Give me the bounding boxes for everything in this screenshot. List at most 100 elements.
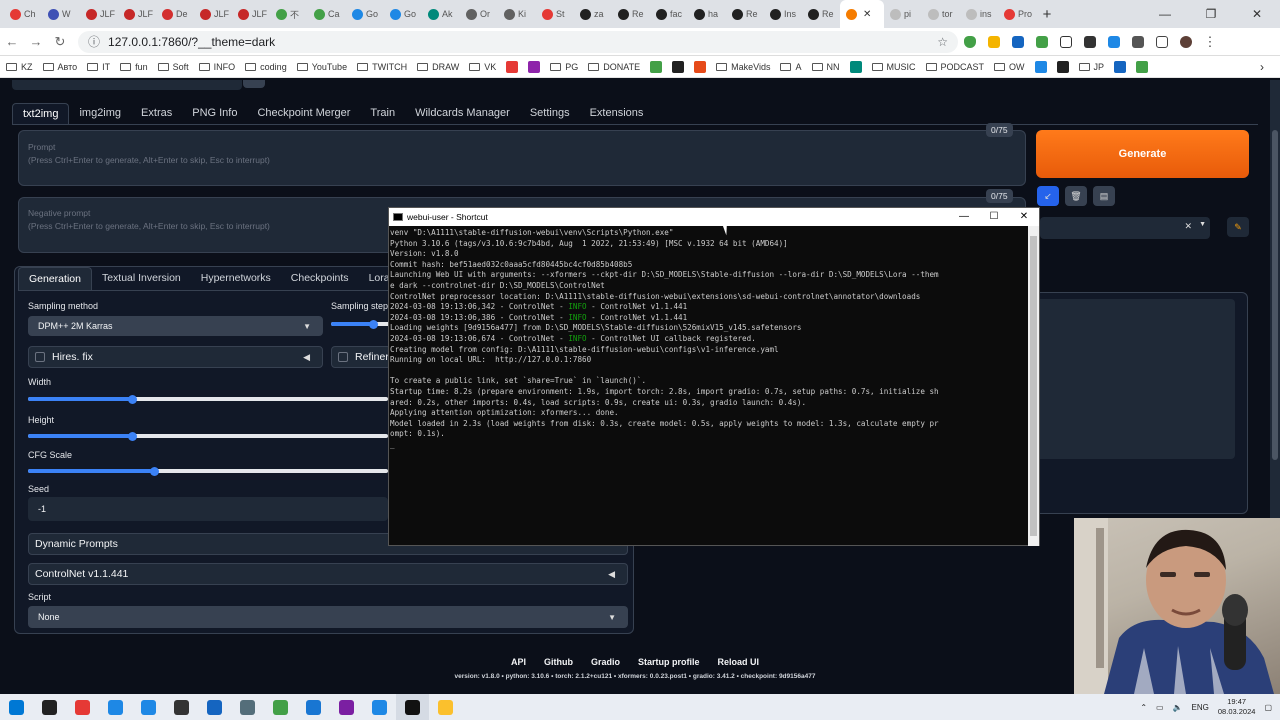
bookmark-item[interactable]: A	[780, 62, 802, 72]
tab-img2img[interactable]: img2img	[69, 103, 131, 124]
width-slider[interactable]	[28, 394, 388, 404]
clear-icon[interactable]: ✕	[1184, 221, 1192, 232]
subtab-generation[interactable]: Generation	[18, 267, 92, 290]
app-icon[interactable]	[198, 694, 231, 720]
extension-shield-icon[interactable]	[958, 28, 982, 56]
language-indicator[interactable]: ENG	[1192, 703, 1209, 712]
bookmark-item[interactable]: NN	[811, 62, 840, 72]
console-scrollbar[interactable]	[1028, 226, 1039, 546]
bookmark-item[interactable]: Авто	[42, 62, 77, 72]
menu-kebab-icon[interactable]: ⋮	[1198, 28, 1222, 56]
maximize-icon[interactable]: ☐	[979, 208, 1009, 226]
chrome-icon[interactable]	[66, 694, 99, 720]
browser-tab[interactable]: JLF	[118, 0, 156, 28]
extension-icon[interactable]	[1078, 28, 1102, 56]
bookmark-item[interactable]	[1114, 60, 1127, 73]
bookmark-item[interactable]: Soft	[157, 62, 189, 72]
bookmark-item[interactable]: KZ	[6, 62, 33, 72]
extension-icon[interactable]	[1006, 28, 1030, 56]
styles-dropdown[interactable]: ✕ ▼	[1040, 217, 1210, 239]
browser-tab[interactable]: Go	[346, 0, 384, 28]
profile-avatar-icon[interactable]	[1174, 28, 1198, 56]
browser-tab[interactable]: ✕	[840, 0, 884, 28]
notifications-icon[interactable]: ▢	[1264, 703, 1272, 712]
top-partial-button[interactable]	[243, 80, 265, 88]
browser-tab[interactable]: Or	[460, 0, 498, 28]
browser-tab[interactable]: JLF	[232, 0, 270, 28]
close-icon[interactable]: ✕	[1234, 0, 1280, 28]
maximize-icon[interactable]: ❐	[1188, 0, 1234, 28]
subtab-hypernetworks[interactable]: Hypernetworks	[191, 267, 281, 290]
extension-icon[interactable]	[1102, 28, 1126, 56]
browser-tab[interactable]: 不	[270, 0, 308, 28]
browser-tab[interactable]: Ins	[764, 0, 802, 28]
extension-icon[interactable]	[982, 28, 1006, 56]
url-field[interactable]: ⓘ 127.0.0.1:7860/?__theme=dark ☆	[78, 30, 958, 53]
extension-icon[interactable]	[1054, 28, 1078, 56]
network-icon[interactable]: ▭	[1156, 703, 1164, 712]
subtab-textual-inversion[interactable]: Textual Inversion	[92, 267, 191, 290]
browser-tab[interactable]: De	[156, 0, 194, 28]
refiner-checkbox[interactable]	[338, 352, 348, 362]
browser-tab[interactable]: tor	[922, 0, 960, 28]
bookmark-item[interactable]	[1056, 60, 1069, 73]
browser-tab[interactable]: Ca	[308, 0, 346, 28]
browser-tab[interactable]: Re	[802, 0, 840, 28]
subtab-checkpoints[interactable]: Checkpoints	[281, 267, 359, 290]
minimize-icon[interactable]: —	[949, 208, 979, 226]
obs-icon[interactable]	[165, 694, 198, 720]
volume-icon[interactable]: 🔈	[1173, 703, 1183, 712]
page-scroll-thumb[interactable]	[1272, 130, 1278, 460]
browser-tab[interactable]: za	[574, 0, 612, 28]
sidebar-icon[interactable]	[1150, 28, 1174, 56]
forward-icon[interactable]: →	[24, 34, 48, 49]
app-icon[interactable]	[231, 694, 264, 720]
bookmark-item[interactable]: coding	[245, 62, 287, 72]
close-icon[interactable]: ✕	[1009, 208, 1039, 226]
bookmark-item[interactable]: IT	[87, 62, 110, 72]
bookmark-item[interactable]: DRAW	[417, 62, 459, 72]
bookmark-star-icon[interactable]: ☆	[937, 35, 948, 49]
app-icon[interactable]	[297, 694, 330, 720]
browser-tab[interactable]: JLF	[194, 0, 232, 28]
browser-tab[interactable]: pi	[884, 0, 922, 28]
start-icon[interactable]	[0, 694, 33, 720]
folder-icon[interactable]	[429, 694, 462, 720]
reload-icon[interactable]: ↻	[48, 34, 72, 50]
browser-tab[interactable]: Ak	[422, 0, 460, 28]
bookmark-item[interactable]: YouTube	[296, 62, 347, 72]
bookmarks-more-icon[interactable]: ›	[1260, 60, 1264, 74]
new-tab-button[interactable]: +	[1036, 6, 1058, 23]
back-icon[interactable]: ←	[0, 34, 24, 49]
browser-tab[interactable]: Ki	[498, 0, 536, 28]
clock[interactable]: 19:47 08.03.2024	[1218, 697, 1256, 717]
prompt-textbox[interactable]: Prompt (Press Ctrl+Enter to generate, Al…	[18, 130, 1026, 186]
browser-tab[interactable]: fac	[650, 0, 688, 28]
console-titlebar[interactable]: webui-user - Shortcut	[389, 208, 1039, 226]
generate-button[interactable]: Generate	[1036, 130, 1249, 178]
browser-tab[interactable]: ha	[688, 0, 726, 28]
seed-input[interactable]: -1	[28, 497, 388, 521]
calculator-icon[interactable]	[132, 694, 165, 720]
tab-extensions[interactable]: Extensions	[580, 103, 654, 124]
refiner-accordion[interactable]: Refiner	[331, 346, 391, 368]
browser-tab[interactable]: ins	[960, 0, 998, 28]
app-icon[interactable]	[99, 694, 132, 720]
puzzle-icon[interactable]	[1126, 28, 1150, 56]
console-scroll-thumb[interactable]	[1030, 236, 1037, 536]
tab-train[interactable]: Train	[360, 103, 405, 124]
clipboard-icon[interactable]: ▤	[1093, 186, 1115, 206]
bookmark-item[interactable]: MUSIC	[871, 62, 916, 72]
hires-fix-accordion[interactable]: Hires. fix ◀	[28, 346, 323, 368]
bookmark-item[interactable]	[672, 60, 685, 73]
cfg-scale-thumb[interactable]	[149, 466, 159, 476]
bookmark-item[interactable]	[506, 60, 519, 73]
sampling-steps-thumb[interactable]	[368, 319, 378, 329]
search-icon[interactable]	[33, 694, 66, 720]
tab-txt2img[interactable]: txt2img	[12, 103, 70, 124]
close-tab-icon[interactable]: ✕	[863, 9, 871, 20]
bookmark-item[interactable]: OW	[994, 62, 1025, 72]
browser-tab[interactable]: JLF	[80, 0, 118, 28]
bookmark-item[interactable]	[849, 60, 862, 73]
bookmark-item[interactable]: fun	[120, 62, 148, 72]
